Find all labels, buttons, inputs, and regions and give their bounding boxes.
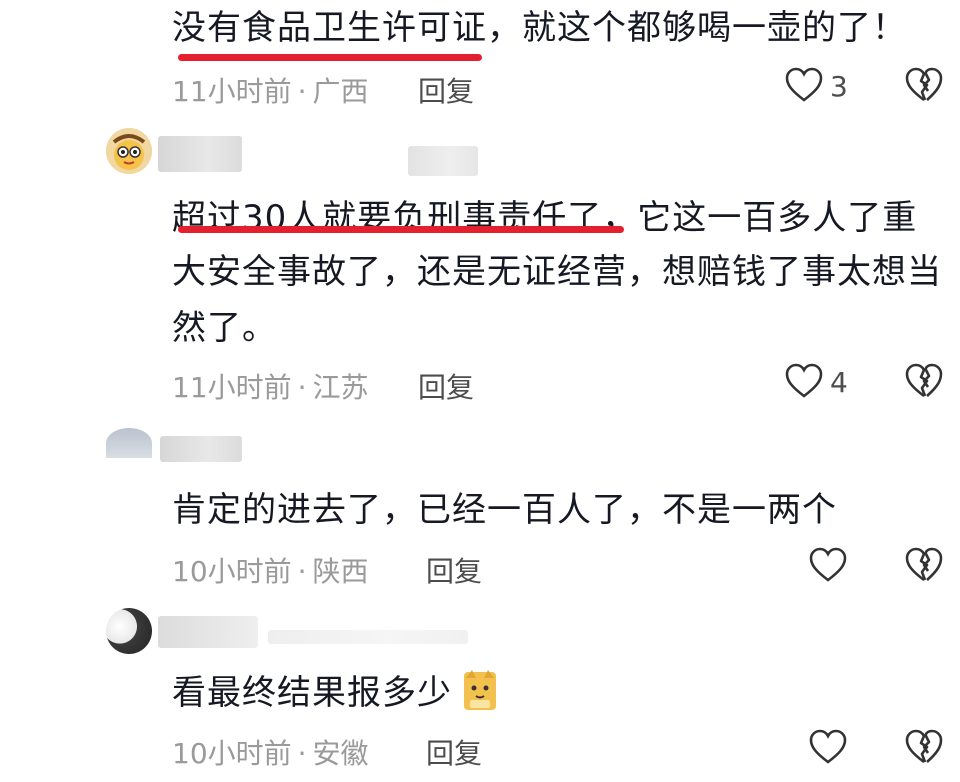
broken-heart-icon[interactable] — [904, 66, 944, 106]
comment-text: 看最终结果报多少 — [172, 668, 498, 717]
comment-meta: 10小时前 · 陕西 — [172, 555, 369, 588]
username-blurred[interactable] — [158, 616, 258, 648]
reply-button[interactable]: 回复 — [418, 70, 474, 110]
like-count: 4 — [830, 366, 848, 399]
comment-text-line-2: 大安全事故了，还是无证经营，想赔钱了事太想当 — [172, 252, 942, 292]
heart-outline-icon[interactable] — [784, 362, 824, 402]
comment-location: 陕西 — [312, 555, 369, 588]
comment-text-line-1: 超过30人就要负刑事责任了，它这一百多人了重 — [172, 198, 918, 238]
cat-emoji-icon — [464, 670, 496, 710]
username-blurred[interactable] — [160, 436, 242, 462]
comment-text: 肯定的进去了，已经一百人了，不是一两个 — [172, 490, 837, 530]
reply-button[interactable]: 回复 — [426, 550, 482, 590]
broken-heart-icon[interactable] — [904, 546, 944, 586]
comment-location: 江苏 — [312, 371, 369, 404]
avatar[interactable] — [106, 608, 152, 654]
comment-location: 安徽 — [312, 737, 369, 770]
heart-outline-icon[interactable] — [808, 546, 848, 586]
user-tag-blurred — [408, 146, 478, 176]
comment-meta: 11小时前 · 江苏 — [172, 371, 369, 404]
comment-time: 10小时前 — [172, 737, 292, 770]
avatar[interactable] — [106, 128, 152, 174]
comment-text-line-3: 然了。 — [172, 308, 277, 348]
heart-outline-icon[interactable] — [808, 728, 848, 768]
heart-outline-icon[interactable] — [784, 66, 824, 106]
highlight-underline — [178, 226, 624, 233]
comment-time: 11小时前 — [172, 371, 292, 404]
avatar[interactable] — [106, 428, 152, 458]
highlight-underline — [178, 54, 482, 61]
comment-meta: 10小时前 · 安徽 — [172, 737, 369, 770]
username-blurred[interactable] — [158, 136, 242, 172]
broken-heart-icon[interactable] — [904, 362, 944, 402]
like-count: 3 — [830, 70, 848, 103]
comment-meta: 11小时前 · 广西 — [172, 75, 369, 108]
reply-button[interactable]: 回复 — [418, 366, 474, 406]
comment-text: 没有食品卫生许可证，就这个都够喝一壶的了！ — [172, 8, 907, 48]
comment-text-content: 看最终结果报多少 — [172, 673, 452, 713]
comment-time: 11小时前 — [172, 75, 292, 108]
reply-button[interactable]: 回复 — [426, 732, 482, 772]
avatar-cartoon-icon — [106, 128, 152, 174]
comment-time: 10小时前 — [172, 555, 292, 588]
comment-location: 广西 — [312, 75, 369, 108]
broken-heart-icon[interactable] — [904, 728, 944, 768]
user-signature-blurred — [268, 630, 468, 644]
